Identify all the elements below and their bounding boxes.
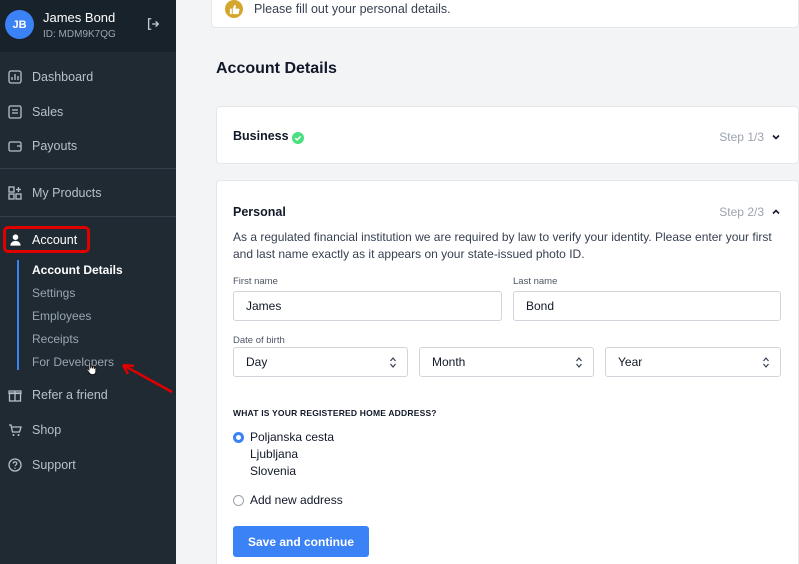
notice-text: Please fill out your personal details. (254, 2, 451, 16)
address-line2: Ljubljana (250, 447, 299, 461)
submenu-item-receipts[interactable]: Receipts (32, 332, 79, 346)
sidebar-item-label: My Products (32, 186, 102, 200)
dob-month-value: Month (432, 355, 466, 369)
check-circle-icon (292, 132, 304, 144)
sidebar-divider (0, 168, 176, 169)
logout-icon[interactable] (146, 17, 160, 31)
personal-step: Step 2/3 (719, 205, 764, 219)
page-title: Account Details (216, 60, 337, 77)
first-name-label: First name (233, 276, 278, 287)
sidebar-item-label: Refer a friend (32, 388, 108, 402)
sidebar-item-payouts[interactable]: Payouts (0, 131, 176, 161)
last-name-value: Bond (526, 299, 555, 313)
submenu-indicator (17, 260, 19, 370)
arrow-annotation (121, 363, 173, 394)
last-name-label: Last name (513, 276, 558, 287)
business-section[interactable]: Business Step 1/3 (216, 106, 799, 164)
sidebar-item-label: Dashboard (32, 70, 94, 84)
chevron-down-icon[interactable] (771, 132, 781, 142)
products-icon (8, 186, 22, 200)
dashboard-icon (8, 70, 22, 84)
sidebar-item-sales[interactable]: Sales (0, 97, 176, 127)
dob-year-select[interactable]: Year (605, 347, 781, 377)
sidebar-item-label: Payouts (32, 139, 78, 153)
select-arrows-icon (390, 357, 396, 368)
last-name-field[interactable]: Bond (513, 291, 781, 321)
sidebar-item-label: Sales (32, 105, 64, 119)
business-step: Step 1/3 (719, 130, 764, 144)
chevron-up-icon[interactable] (771, 207, 781, 217)
sidebar-item-support[interactable]: Support (0, 450, 176, 480)
address-line1: Poljanska cesta (250, 430, 335, 444)
dob-day-value: Day (246, 355, 268, 369)
profile-header: JB James Bond ID: MDM9K7QG (0, 0, 176, 52)
existing-address[interactable]: Poljanska cesta Ljubljana Slovenia (250, 429, 334, 480)
thumbs-up-icon (225, 0, 243, 18)
personal-description: As a regulated financial institution we … (233, 230, 772, 261)
first-name-field[interactable]: James (233, 291, 502, 321)
personal-section: Personal Step 2/3 As a regulated financi… (216, 180, 799, 564)
profile-id: ID: MDM9K7QG (43, 29, 116, 40)
address-heading: WHAT IS YOUR REGISTERED HOME ADDRESS? (233, 408, 437, 418)
main-content: Please fill out your personal details. A… (176, 0, 799, 564)
wallet-icon (8, 141, 22, 152)
sidebar-item-dashboard[interactable]: Dashboard (0, 62, 176, 92)
cart-icon (9, 424, 22, 436)
notice-banner: Please fill out your personal details. (211, 0, 799, 28)
dob-year-value: Year (618, 355, 643, 369)
sidebar-item-my-products[interactable]: My Products (0, 178, 176, 208)
submenu-item-for-developers[interactable]: For Developers (32, 355, 114, 369)
submenu-item-settings[interactable]: Settings (32, 286, 75, 300)
address-radio-existing[interactable] (233, 432, 244, 443)
business-title: Business (233, 129, 289, 143)
gift-icon (8, 390, 22, 402)
sales-icon (8, 105, 22, 119)
first-name-value: James (246, 299, 282, 313)
personal-title: Personal (233, 205, 286, 219)
avatar[interactable]: JB (5, 10, 34, 39)
hand-cursor-icon (86, 361, 97, 375)
dob-label: Date of birth (233, 335, 285, 346)
save-and-continue-button[interactable]: Save and continue (233, 526, 369, 557)
sidebar-item-label: Shop (32, 423, 62, 437)
highlight-annotation (3, 226, 90, 253)
sidebar-item-shop[interactable]: Shop (0, 415, 176, 445)
select-arrows-icon (576, 357, 582, 368)
profile-name: James Bond (43, 10, 116, 25)
address-line3: Slovenia (250, 464, 297, 478)
address-radio-new[interactable] (233, 495, 244, 506)
dob-day-select[interactable]: Day (233, 347, 408, 377)
submenu-item-account-details[interactable]: Account Details (32, 263, 123, 277)
dob-month-select[interactable]: Month (419, 347, 594, 377)
select-arrows-icon (763, 357, 769, 368)
sidebar-item-label: Support (32, 458, 76, 472)
submenu-item-employees[interactable]: Employees (32, 309, 91, 323)
sidebar: JB James Bond ID: MDM9K7QG Dashboard Sal… (0, 0, 176, 564)
sidebar-divider (0, 216, 176, 217)
add-new-address-label[interactable]: Add new address (250, 492, 343, 509)
help-icon (8, 458, 22, 472)
